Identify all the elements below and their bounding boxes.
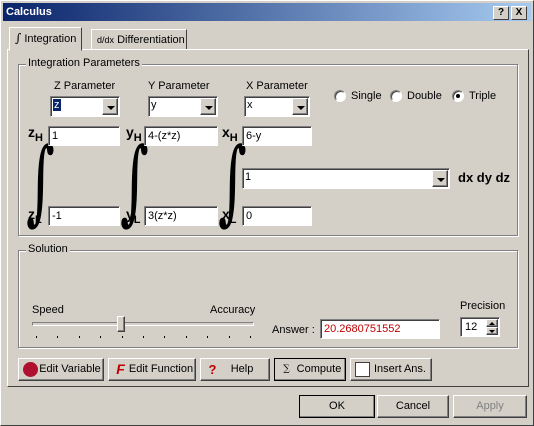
x-parameter-value: x <box>247 99 253 111</box>
x-parameter-dropdown-button[interactable] <box>292 98 308 115</box>
y-parameter-label: Y Parameter <box>148 80 210 92</box>
slider-tick <box>57 336 59 338</box>
function-value: 1 <box>245 171 252 183</box>
y-low-field[interactable]: 3(z*z) <box>144 206 218 226</box>
variable-icon <box>23 362 38 377</box>
help-label: Help <box>230 363 254 375</box>
calculator-icon <box>355 362 370 377</box>
quality-slider-thumb[interactable] <box>116 316 125 332</box>
solution-group <box>18 250 518 348</box>
x-parameter-label: X Parameter <box>246 80 308 92</box>
edit-function-label: Edit Function <box>128 363 194 375</box>
insert-ans-button[interactable]: Insert Ans. <box>350 358 432 381</box>
y-high-label: yH <box>126 124 142 144</box>
close-button[interactable]: X <box>511 6 527 20</box>
window-title: Calculus <box>6 6 52 18</box>
compute-icon: ∑ <box>283 364 290 374</box>
slider-tick <box>100 336 102 338</box>
calculus-dialog: Calculus ? X ∫ Integration d/dx Differen… <box>0 0 534 426</box>
z-parameter-select[interactable]: z <box>50 96 120 117</box>
chevron-down-icon <box>297 106 305 110</box>
precision-value: 12 <box>465 321 478 333</box>
answer-label: Answer : <box>272 324 315 336</box>
compute-button[interactable]: ∑ Compute <box>274 358 346 381</box>
accuracy-label: Accuracy <box>210 304 256 316</box>
slider-tick <box>78 336 80 338</box>
differentials-label: dx dy dz <box>458 170 511 185</box>
tab-integration[interactable]: ∫ Integration <box>9 27 83 51</box>
answer-field[interactable]: 20.2680751552 <box>320 319 440 339</box>
z-high-field[interactable]: 1 <box>48 126 120 146</box>
differentiation-tab-icon: d/dx <box>97 35 115 45</box>
ok-button[interactable]: OK <box>299 395 375 418</box>
tab-differentiation-label: Differentiation <box>117 34 185 46</box>
tab-differentiation[interactable]: d/dx Differentiation <box>91 29 187 51</box>
chevron-up-icon <box>489 322 495 325</box>
z-high-label: zH <box>28 124 43 144</box>
slider-tick <box>250 336 251 338</box>
precision-up-button[interactable] <box>486 319 498 327</box>
help-title-button[interactable]: ? <box>493 6 509 20</box>
solution-label: Solution <box>26 243 70 255</box>
slider-tick <box>207 336 209 338</box>
edit-variable-button[interactable]: Edit Variable <box>18 358 104 381</box>
x-high-label: xH <box>222 124 238 144</box>
slider-tick <box>121 336 123 338</box>
z-parameter-label: Z Parameter <box>54 80 116 92</box>
compute-label: Compute <box>296 363 342 375</box>
slider-tick <box>228 336 230 338</box>
slider-ticks <box>8 336 268 339</box>
triple-radio[interactable] <box>452 90 464 102</box>
precision-down-button[interactable] <box>486 327 498 335</box>
insert-ans-label: Insert Ans. <box>374 363 426 375</box>
y-high-field[interactable]: 4-(z*z) <box>144 126 218 146</box>
slider-tick <box>164 336 166 338</box>
help-button[interactable]: ? Help <box>200 358 270 381</box>
y-parameter-dropdown-button[interactable] <box>200 98 216 115</box>
single-radio-label: Single <box>351 90 382 102</box>
precision-label: Precision <box>460 300 506 312</box>
single-radio[interactable] <box>334 90 346 102</box>
integration-parameters-label: Integration Parameters <box>26 57 142 69</box>
integration-tab-icon: ∫ <box>15 31 22 45</box>
speed-label: Speed <box>32 304 64 316</box>
cancel-button[interactable]: Cancel <box>377 395 449 418</box>
function-icon: F <box>116 361 125 377</box>
slider-tick <box>36 336 37 338</box>
x-low-label: xL <box>222 206 237 226</box>
chevron-down-icon <box>489 330 495 333</box>
chevron-down-icon <box>437 178 445 182</box>
y-parameter-value: y <box>151 99 157 111</box>
triple-radio-label: Triple <box>469 90 497 102</box>
edit-variable-label: Edit Variable <box>39 363 101 375</box>
function-dropdown-button[interactable] <box>432 170 448 187</box>
z-low-label: zL <box>28 206 42 226</box>
double-radio[interactable] <box>390 90 402 102</box>
x-low-field[interactable]: 0 <box>242 206 312 226</box>
x-parameter-select[interactable]: x <box>244 96 310 117</box>
tab-panel: Integration Parameters Z Parameter Y Par… <box>7 49 529 387</box>
edit-function-button[interactable]: F Edit Function <box>108 358 196 381</box>
z-parameter-dropdown-button[interactable] <box>102 98 118 115</box>
slider-tick <box>143 336 144 338</box>
apply-button[interactable]: Apply <box>453 395 527 418</box>
title-bar: Calculus ? X <box>3 3 531 21</box>
y-low-label: yL <box>126 206 141 226</box>
quality-slider-track[interactable] <box>32 322 254 326</box>
precision-field[interactable]: 12 <box>460 317 500 337</box>
chevron-down-icon <box>205 106 213 110</box>
chevron-down-icon <box>107 106 115 110</box>
y-parameter-select[interactable]: y <box>148 96 218 117</box>
z-low-field[interactable]: -1 <box>48 206 120 226</box>
double-radio-label: Double <box>407 90 442 102</box>
x-high-field[interactable]: 6-y <box>242 126 312 146</box>
slider-tick <box>185 336 187 338</box>
question-icon: ? <box>208 362 217 377</box>
z-parameter-value: z <box>53 99 61 111</box>
tab-integration-label: Integration <box>24 33 77 45</box>
function-select[interactable]: 1 <box>242 168 450 189</box>
